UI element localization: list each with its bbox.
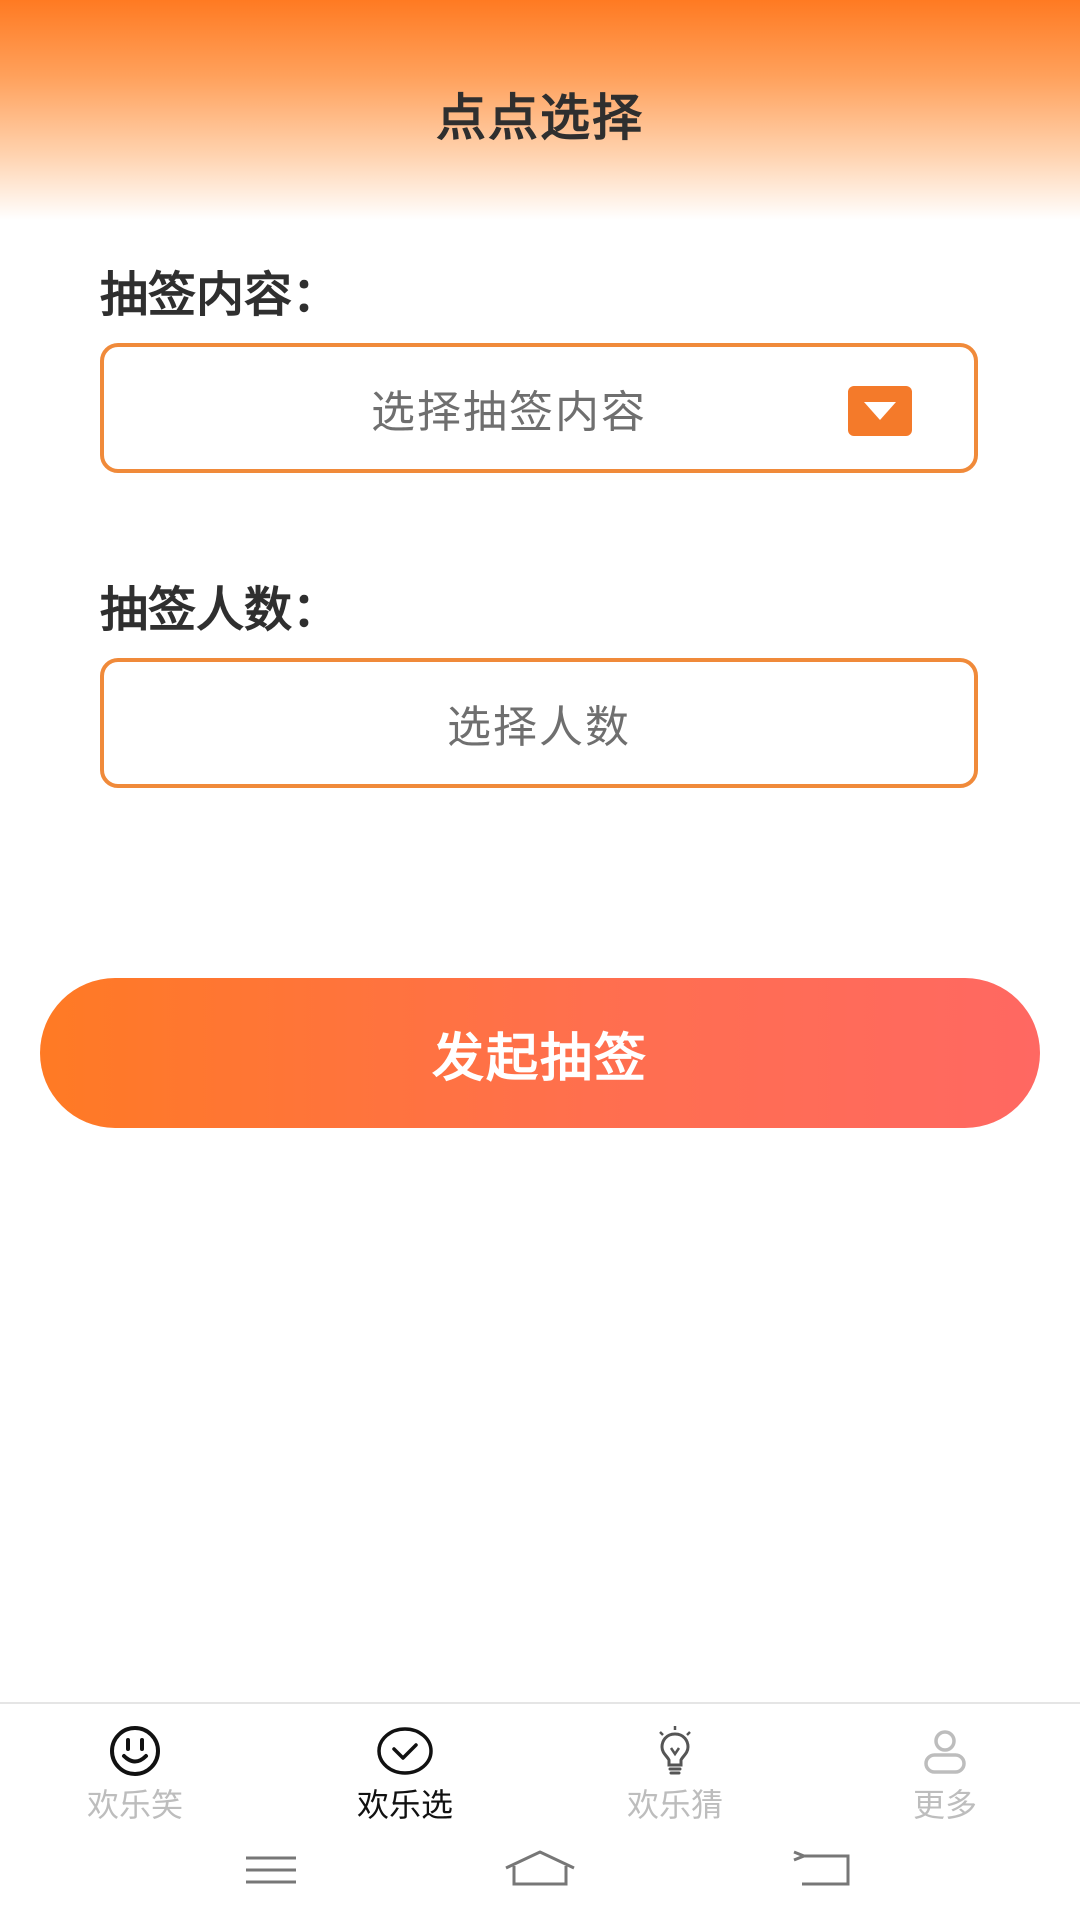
count-label: 抽签人数： [100,582,341,638]
tab-select-label: 欢乐选 [356,1786,453,1824]
page-title: 点点选择 [436,89,644,147]
check-circle-icon [377,1727,433,1775]
home-icon[interactable] [500,1842,580,1898]
lightbulb-icon [659,1726,691,1775]
user-icon [924,1730,966,1774]
tab-smile-label: 欢乐笑 [86,1786,183,1824]
dropdown-arrow-icon[interactable] [848,386,912,436]
content-select-placeholder: 选择抽签内容 [371,387,647,438]
tab-guess-label: 欢乐猜 [626,1786,723,1824]
tab-select[interactable]: 欢乐选 [305,1724,505,1824]
content-label: 抽签内容： [100,267,341,323]
bottom-tab-bar: 欢乐笑 欢乐选 欢乐猜 更多 [0,1702,1080,1824]
content-select[interactable]: 选择抽签内容 [100,343,978,473]
header-bar: 点点选择 [0,0,1080,220]
tab-more[interactable]: 更多 [845,1724,1045,1824]
menu-icon[interactable] [232,1842,312,1898]
app-screen: 点点选择 抽签内容： 选择抽签内容 抽签人数： 选择人数 发起抽签 欢乐笑 欢乐… [0,0,1080,1920]
tab-more-label: 更多 [912,1786,977,1824]
count-select-placeholder: 选择人数 [447,702,631,753]
tab-smile[interactable]: 欢乐笑 [35,1724,235,1824]
start-draw-button[interactable]: 发起抽签 [40,978,1040,1128]
count-select[interactable]: 选择人数 [100,658,978,788]
system-navigation-bar [0,1830,1080,1920]
tab-guess[interactable]: 欢乐猜 [575,1724,775,1824]
back-icon[interactable] [782,1842,862,1898]
smiley-icon [110,1726,160,1776]
